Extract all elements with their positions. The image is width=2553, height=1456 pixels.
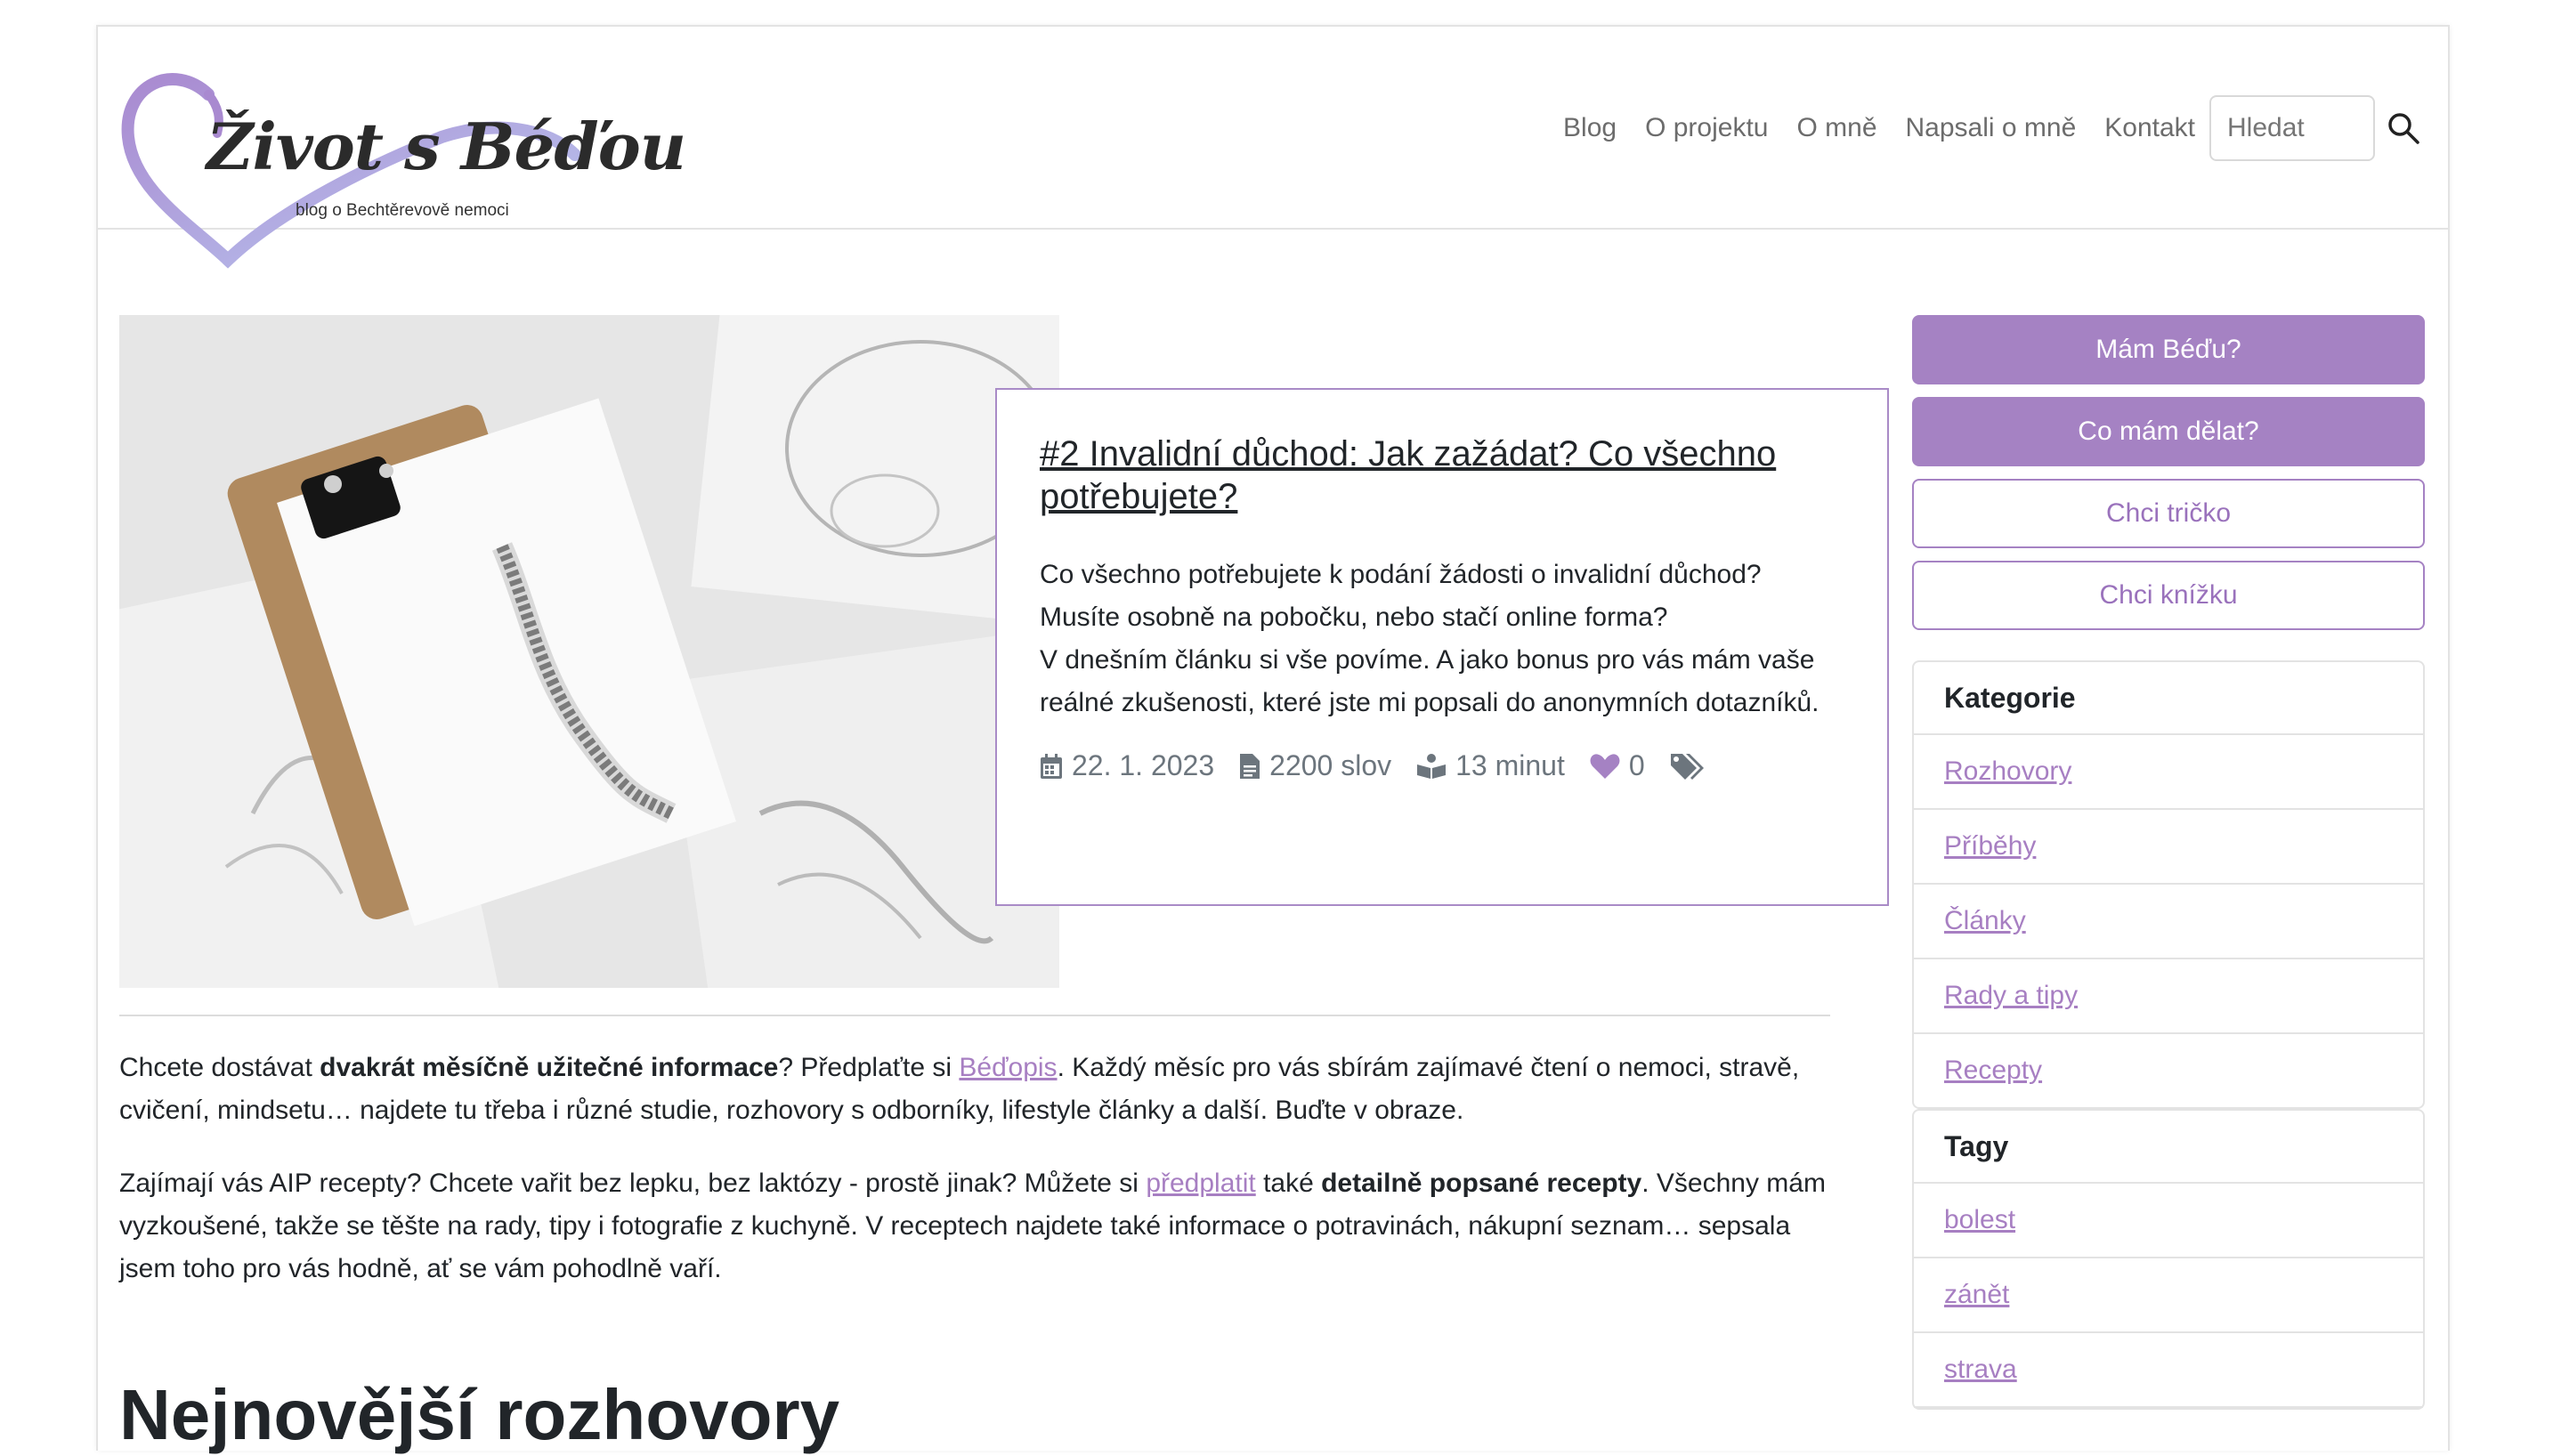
list-item: Články — [1914, 885, 2423, 959]
bedopis-link[interactable]: Béďopis — [959, 1053, 1057, 1082]
chci-knizku-button[interactable]: Chci knížku — [1912, 561, 2425, 630]
category-link-pribehy[interactable]: Příběhy — [1944, 831, 2036, 861]
calendar-icon — [1041, 753, 1062, 779]
nav-kontakt[interactable]: Kontakt — [2104, 113, 2195, 143]
nav-o-projektu[interactable]: O projektu — [1645, 113, 1768, 143]
search-input[interactable] — [2209, 95, 2375, 161]
post-title-link[interactable]: #2 Invalidní důchod: Jak zažádat? Co vše… — [1040, 433, 1844, 518]
post-read-time: 13 minut — [1416, 749, 1565, 782]
sidebar: Mám Béďu? Co mám dělat? Chci tričko Chci… — [1912, 315, 2425, 1410]
category-link-clanky[interactable]: Články — [1944, 906, 2026, 935]
list-item: Příběhy — [1914, 810, 2423, 885]
post-excerpt-line-2: V dnešním článku si vše povíme. A jako b… — [1040, 645, 1820, 717]
document-icon — [1240, 753, 1260, 779]
subscribe-link[interactable]: předplatit — [1146, 1169, 1255, 1198]
text-run: Chcete dostávat — [119, 1053, 320, 1082]
post-likes-count: 0 — [1628, 749, 1645, 781]
list-item: Rady a tipy — [1914, 959, 2423, 1034]
featured-post-image[interactable] — [119, 315, 1059, 988]
chci-tricko-button[interactable]: Chci tričko — [1912, 479, 2425, 548]
text-run: Zajímají vás AIP recepty? Chcete vařit b… — [119, 1169, 1147, 1198]
post-likes[interactable]: 0 — [1590, 749, 1645, 782]
text-run: také — [1255, 1169, 1322, 1198]
category-link-rozhovory[interactable]: Rozhovory — [1944, 756, 2071, 786]
newsletter-paragraph: Chcete dostávat dvakrát měsíčně užitečné… — [119, 1047, 1846, 1132]
search-icon[interactable] — [2386, 110, 2421, 146]
site-header: Život s Béďou blog o Bechtěrevově nemoci… — [98, 27, 2448, 269]
categories-title: Kategorie — [1914, 662, 2423, 735]
list-item: Rozhovory — [1914, 735, 2423, 810]
post-excerpt-line-1: Co všechno potřebujete k podání žádosti … — [1040, 560, 1762, 632]
post-tags[interactable] — [1670, 752, 1716, 781]
post-meta: 22. 1. 2023 2200 slov 13 minut 0 — [1040, 749, 1844, 782]
main-nav: Blog O projektu O mně Napsali o mně Kont… — [1535, 93, 2421, 164]
page-container: Život s Béďou blog o Bechtěrevově nemoci… — [96, 25, 2450, 1454]
post-date: 22. 1. 2023 — [1040, 749, 1214, 782]
list-item: strava — [1914, 1333, 2423, 1408]
content-divider — [119, 1015, 1830, 1016]
list-item: Recepty — [1914, 1034, 2423, 1107]
recipes-paragraph: Zajímají vás AIP recepty? Chcete vařit b… — [119, 1162, 1846, 1290]
categories-card: Kategorie Rozhovory Příběhy Články Rady … — [1912, 660, 2425, 1109]
logo-title: Život s Béďou — [207, 109, 686, 184]
spine-clipboard-illustration — [119, 315, 1059, 988]
list-item: bolest — [1914, 1184, 2423, 1258]
tag-link-strava[interactable]: strava — [1944, 1355, 2017, 1384]
category-link-recepty[interactable]: Recepty — [1944, 1056, 2042, 1085]
nav-o-mne[interactable]: O mně — [1796, 113, 1876, 143]
section-heading: Nejnovější rozhovory — [119, 1375, 840, 1454]
mam-bedu-button[interactable]: Mám Béďu? — [1912, 315, 2425, 384]
text-strong: detailně popsané recepty — [1321, 1169, 1642, 1198]
nav-blog[interactable]: Blog — [1563, 113, 1617, 143]
heart-icon[interactable] — [1590, 753, 1620, 780]
post-words-text: 2200 slov — [1269, 749, 1392, 781]
post-date-text: 22. 1. 2023 — [1072, 749, 1215, 781]
book-reader-icon — [1417, 753, 1447, 779]
post-excerpt: Co všechno potřebujete k podání žádosti … — [1040, 554, 1844, 724]
tag-link-bolest[interactable]: bolest — [1944, 1205, 2015, 1234]
list-item: zánět — [1914, 1258, 2423, 1333]
tags-title: Tagy — [1914, 1111, 2423, 1184]
tags-icon[interactable] — [1670, 752, 1707, 781]
featured-post-card: #2 Invalidní důchod: Jak zažádat? Co vše… — [995, 388, 1889, 906]
nav-napsali-o-mne[interactable]: Napsali o mně — [1906, 113, 2077, 143]
logo-subtitle: blog o Bechtěrevově nemoci — [296, 201, 509, 220]
site-logo[interactable]: Život s Béďou blog o Bechtěrevově nemoci — [121, 66, 686, 269]
post-words: 2200 slov — [1239, 749, 1391, 782]
post-read-time-text: 13 minut — [1455, 749, 1565, 781]
tags-card: Tagy bolest zánět strava — [1912, 1109, 2425, 1410]
category-link-rady-a-tipy[interactable]: Rady a tipy — [1944, 981, 2078, 1010]
text-run: ? Předplaťte si — [778, 1053, 960, 1082]
co-mam-delat-button[interactable]: Co mám dělat? — [1912, 397, 2425, 466]
text-strong: dvakrát měsíčně užitečné informace — [320, 1053, 779, 1082]
tag-link-zanet[interactable]: zánět — [1944, 1280, 2009, 1309]
